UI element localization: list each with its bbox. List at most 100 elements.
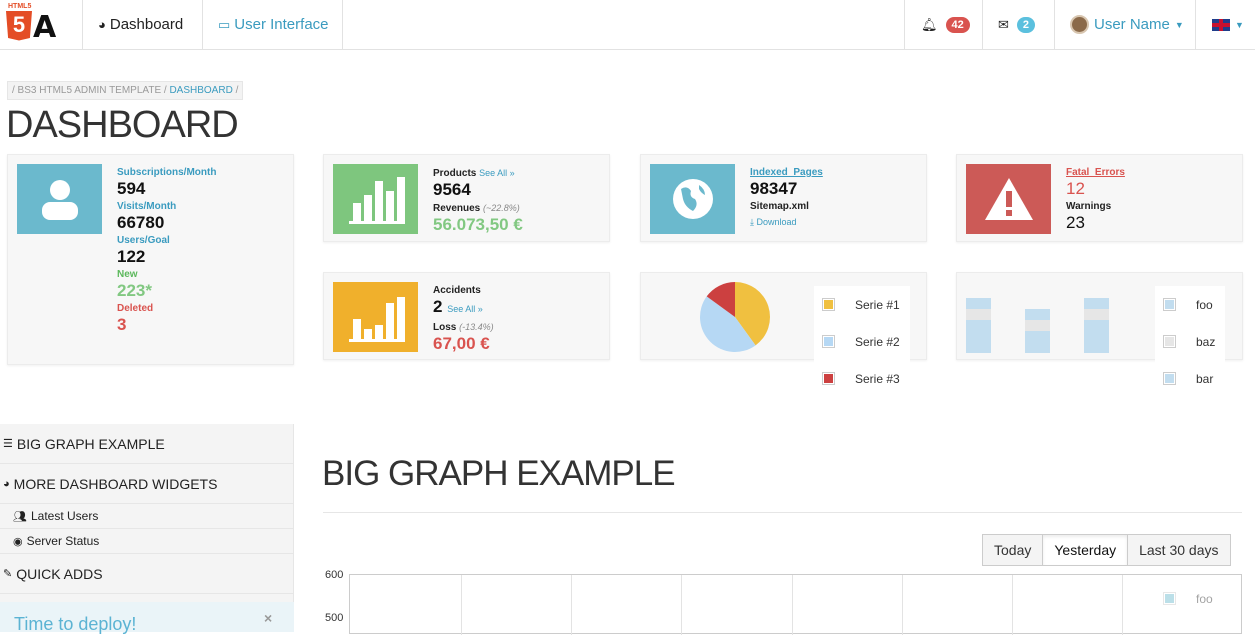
bar-segment[interactable] [1025, 309, 1050, 320]
bar-segment[interactable] [1084, 320, 1109, 353]
download-link[interactable]: ⤓ Download [750, 217, 823, 228]
big-graph-plot [349, 574, 1242, 635]
notifications-badge: 42 [945, 16, 970, 33]
bar-legend: foo baz bar [1155, 286, 1225, 397]
user-icon [41, 180, 78, 220]
notifications-button[interactable]: 🔔︎ 42 [904, 0, 982, 49]
bar-segment[interactable] [1084, 298, 1109, 309]
users-widget-body: Subscriptions/Month 594 Visits/Month 667… [117, 167, 216, 337]
goal-label: Users/Goal [117, 235, 170, 246]
last-30-days-button[interactable]: Last 30 days [1127, 534, 1231, 566]
breadcrumb-root[interactable]: / BS3 HTML5 ADMIN TEMPLATE / [12, 85, 167, 96]
legend-swatch [822, 298, 835, 311]
sidebar-item-label: Server Status [26, 534, 100, 548]
y-tick-label: 600 [325, 569, 344, 581]
nav-user-interface[interactable]: ▭ User Interface [202, 0, 343, 49]
loss-label: Loss (-13.4%) [433, 322, 494, 333]
sidebar-item-latest-users[interactable]: 👥︎ Latest Users [0, 504, 293, 529]
bar-segment[interactable] [966, 298, 991, 309]
accidents-widget: Accidents 2 See All » Loss (-13.4%) 67,0… [323, 272, 610, 360]
logo-html5-label: HTML5 [8, 3, 32, 10]
goal-value: 122 [117, 247, 146, 266]
legend-item[interactable]: Serie #1 [814, 286, 910, 323]
grid-line [1012, 575, 1013, 635]
legend-item[interactable]: foo [1155, 286, 1225, 323]
bar-chart-icon [348, 297, 405, 342]
products-widget: Products See All » 9564 Revenues (~22.8%… [323, 154, 610, 242]
warnings-value: 23 [1066, 213, 1085, 232]
grid-line [792, 575, 793, 635]
sidebar-item-quick-adds[interactable]: ✎ QUICK ADDS [0, 554, 293, 594]
pie-legend: Serie #1 Serie #2 Serie #3 [814, 286, 910, 397]
bar-segment[interactable] [966, 320, 991, 353]
breadcrumb-current[interactable]: DASHBOARD [169, 85, 232, 96]
top-navbar: HTML5 5 A ◕ Dashboard ▭ User Interface 🔔… [0, 0, 1255, 50]
sidebar-item-server-status[interactable]: ◉ Server Status [0, 529, 293, 554]
legend-item[interactable]: foo [1155, 580, 1225, 617]
bar-segment[interactable] [1025, 320, 1050, 331]
bar-segment[interactable] [966, 309, 991, 320]
nav-dashboard-label: Dashboard [109, 16, 184, 33]
dashboard-icon: ◕ [98, 17, 106, 32]
sidebar-item-big-graph[interactable]: ☰ BIG GRAPH EXAMPLE [0, 424, 293, 464]
legend-label: Serie #3 [855, 371, 900, 386]
grid-line [902, 575, 903, 635]
user-menu[interactable]: User Name ▼ [1054, 0, 1196, 49]
legend-item[interactable]: Serie #2 [814, 323, 910, 360]
nav-user-interface-label: User Interface [234, 16, 329, 33]
messages-button[interactable]: ✉ 2 [982, 0, 1054, 49]
legend-item[interactable]: bar [1155, 360, 1225, 397]
sidebar-item-more-widgets[interactable]: ◕ MORE DASHBOARD WIDGETS [0, 464, 293, 504]
yesterday-button[interactable]: Yesterday [1042, 534, 1129, 566]
legend-item[interactable]: Serie #3 [814, 360, 910, 397]
list-icon: ☰ [3, 438, 13, 450]
pages-widget-body: Indexed_Pages 98347 Sitemap.xml ⤓ Downlo… [750, 167, 823, 228]
legend-label: bar [1196, 371, 1214, 386]
visits-value: 66780 [117, 213, 165, 232]
avatar [1070, 15, 1089, 34]
accidents-value: 2 [433, 297, 443, 316]
deleted-label: Deleted [117, 303, 154, 314]
breadcrumb: / BS3 HTML5 ADMIN TEMPLATE / DASHBOARD / [7, 81, 244, 100]
indexed-pages-value: 98347 [750, 179, 798, 198]
accidents-label: Accidents [433, 285, 481, 296]
legend-swatch [822, 335, 835, 348]
y-tick-label: 500 [325, 612, 344, 624]
fatal-errors-value: 12 [1066, 179, 1085, 198]
bar-segment[interactable] [1025, 331, 1050, 353]
grid-line [461, 575, 462, 635]
nav-dashboard[interactable]: ◕ Dashboard [82, 0, 202, 49]
download-icon: ⤓ [750, 217, 754, 227]
users-widget-icon-box [17, 164, 102, 234]
revenues-change: (~22.8%) [483, 203, 520, 213]
legend-label: Serie #2 [855, 334, 900, 349]
products-value: 9564 [433, 180, 471, 199]
breadcrumb-tail: / [235, 85, 239, 96]
legend-label: foo [1196, 591, 1213, 606]
page-title: DASHBOARD [6, 104, 239, 146]
bar-segment[interactable] [1084, 309, 1109, 320]
indexed-pages-label: Indexed_Pages [750, 167, 823, 178]
fatal-errors-label: Fatal_Errors [1066, 167, 1125, 178]
accidents-see-all-link[interactable]: See All » [447, 304, 483, 314]
errors-widget-icon-box [966, 164, 1051, 234]
language-menu[interactable]: ▼ [1195, 0, 1255, 49]
new-value: 223* [117, 281, 152, 300]
sitemap-label: Sitemap.xml [750, 201, 809, 212]
today-button[interactable]: Today [982, 534, 1044, 566]
warning-icon [984, 178, 1033, 220]
close-icon[interactable]: × [264, 610, 272, 626]
caret-down-icon: ▼ [1174, 19, 1184, 30]
legend-item[interactable]: baz [1155, 323, 1225, 360]
caret-down-icon: ▼ [1235, 19, 1244, 30]
logo[interactable]: HTML5 5 A [6, 0, 64, 49]
loss-value: 67,00 € [433, 334, 490, 353]
products-see-all-link[interactable]: See All » [479, 168, 515, 178]
legend-label: Serie #1 [855, 297, 900, 312]
new-label: New [117, 269, 138, 280]
products-widget-body: Products See All » 9564 Revenues (~22.8%… [433, 167, 523, 237]
loss-change: (-13.4%) [459, 322, 494, 332]
grid-line [681, 575, 682, 635]
messages-badge: 2 [1016, 16, 1036, 33]
accidents-widget-body: Accidents 2 See All » Loss (-13.4%) 67,0… [433, 285, 494, 356]
